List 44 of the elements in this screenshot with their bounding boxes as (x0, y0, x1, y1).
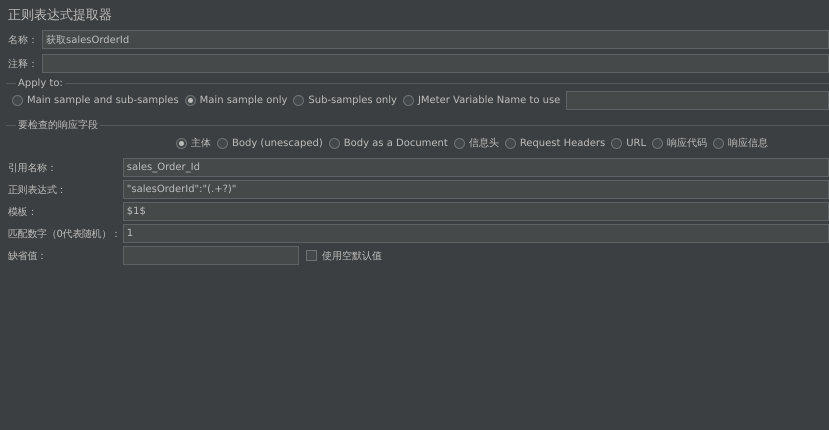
group-legend: 要检查的响应字段 (16, 118, 100, 132)
text-field[interactable]: sales_Order_Id (122, 158, 829, 177)
radio-label: 信息头 (468, 136, 499, 150)
text-field[interactable]: $1$ (122, 202, 829, 221)
radio-label: Request Headers (520, 138, 606, 148)
group-legend: Apply to: (16, 78, 65, 89)
radio-button[interactable] (652, 138, 664, 148)
checkbox-label: 使用空默认值 (322, 250, 382, 262)
radio-label: URL (626, 138, 646, 148)
radio-label: Main sample and sub-samples (27, 95, 179, 106)
radio-button[interactable] (184, 95, 196, 106)
radio-button[interactable] (217, 138, 228, 148)
radio-button[interactable] (504, 138, 516, 148)
field-label: 匹配数字（0代表随机）： (8, 228, 121, 240)
radio-label: Main sample only (200, 95, 288, 106)
radio-button[interactable] (611, 138, 622, 148)
radio-label: 响应信息 (728, 136, 768, 150)
radio-button[interactable] (713, 138, 724, 148)
text-field[interactable]: 获取salesOrderId (42, 30, 829, 49)
radio-label: Sub-samples only (308, 95, 397, 106)
radio-button[interactable] (402, 95, 414, 106)
panel-title: 正则表达式提取器 (8, 7, 113, 24)
field-label: 名称： (8, 34, 38, 46)
text-field[interactable] (122, 246, 299, 265)
field-label: 引用名称： (8, 162, 58, 174)
radio-label: JMeter Variable Name to use (418, 95, 560, 106)
checkbox[interactable] (306, 250, 317, 261)
text-field[interactable]: 1 (122, 224, 829, 243)
radio-label: 响应代码 (667, 136, 708, 150)
field-label: 模板： (8, 206, 38, 218)
radio-button[interactable] (12, 95, 23, 106)
field-label: 正则表达式： (8, 184, 68, 196)
text-field[interactable] (566, 91, 829, 110)
radio-label: Body (unescaped) (232, 138, 323, 148)
radio-button[interactable] (454, 138, 465, 148)
radio-label: Body as a Document (344, 138, 448, 148)
text-field[interactable]: "salesOrderId":"(.+?)" (122, 180, 829, 199)
radio-button[interactable] (293, 95, 304, 106)
field-label: 注释： (8, 58, 38, 70)
field-label: 缺省值： (8, 250, 48, 262)
radio-label: 主体 (191, 136, 211, 150)
radio-button[interactable] (176, 138, 187, 148)
text-field[interactable] (42, 54, 829, 73)
radio-button[interactable] (328, 138, 340, 148)
